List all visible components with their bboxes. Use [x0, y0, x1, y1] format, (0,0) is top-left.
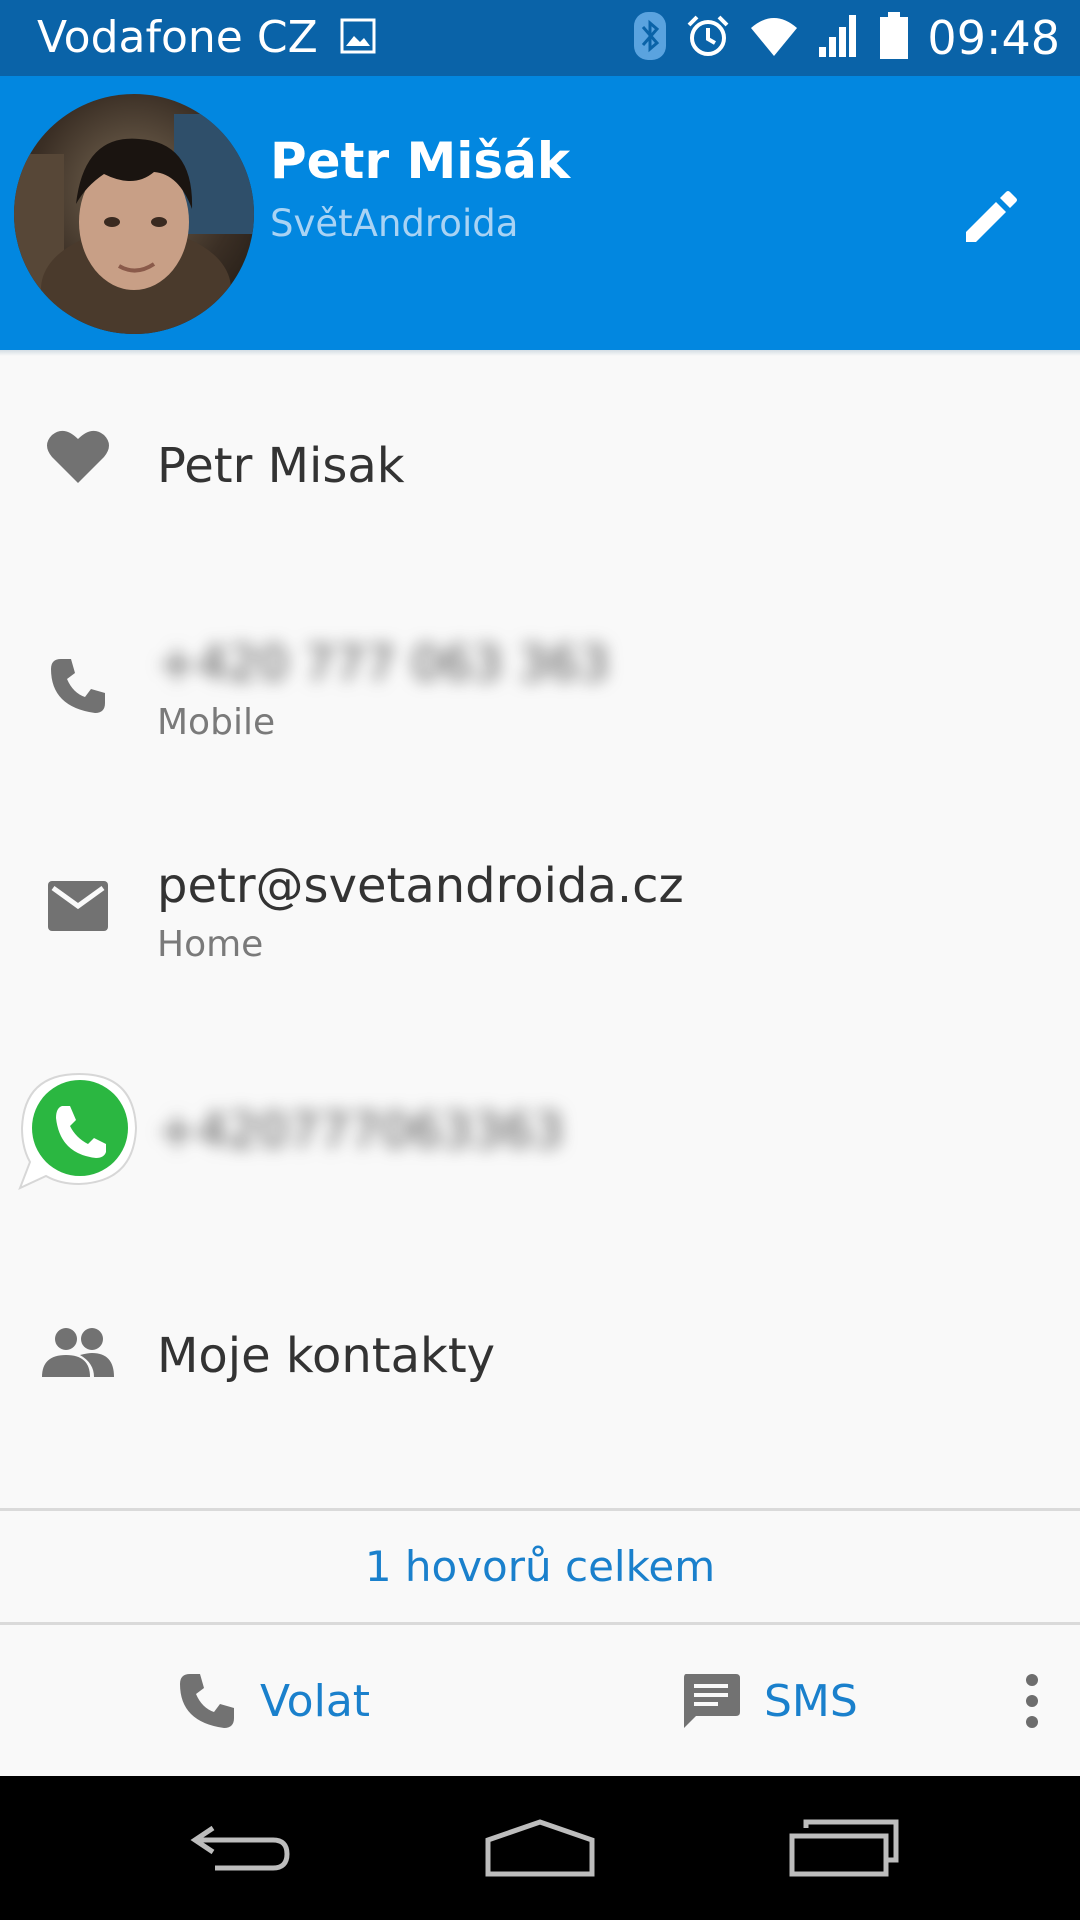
email-address: petr@svetandroida.cz [157, 858, 684, 914]
email-row[interactable]: petr@svetandroida.cz Home [0, 820, 1080, 1000]
sms-button-label: SMS [764, 1675, 858, 1727]
edit-button[interactable] [950, 178, 1030, 258]
alarm-icon [685, 13, 731, 64]
home-icon[interactable] [470, 1806, 610, 1890]
phone-row[interactable]: +420 777 063 363 Mobile [0, 598, 1080, 778]
heart-icon [40, 418, 116, 494]
header-shadow [0, 350, 1080, 356]
phone-type: Mobile [157, 702, 276, 743]
battery-icon [879, 11, 909, 65]
sms-button[interactable]: SMS [680, 1666, 858, 1736]
contact-company: SvětAndroida [270, 202, 519, 245]
pencil-icon [966, 191, 1017, 242]
signal-icon [817, 13, 861, 64]
group-name: Moje kontakty [157, 1328, 496, 1384]
whatsapp-row[interactable]: +420777063363 [0, 1045, 1080, 1225]
call-button[interactable]: Volat [176, 1666, 370, 1736]
action-bar: Volat SMS [0, 1626, 1080, 1776]
people-icon [40, 1314, 116, 1390]
divider-bottom [0, 1622, 1080, 1625]
phone-icon [180, 1674, 234, 1728]
phone-icon [40, 648, 116, 724]
back-icon[interactable] [170, 1806, 310, 1890]
group-row: Moje kontakty [0, 1268, 1080, 1448]
overflow-menu-icon[interactable] [1010, 1666, 1054, 1736]
wifi-icon [749, 14, 799, 63]
recent-apps-icon[interactable] [774, 1806, 914, 1890]
call-history-link[interactable]: 1 hovorů celkem [0, 1512, 1080, 1620]
contact-header: Petr Mišák SvětAndroida [0, 76, 1080, 350]
divider-top [0, 1508, 1080, 1511]
status-left: Vodafone CZ [37, 14, 376, 62]
status-bar: Vodafone CZ 09:48 [0, 0, 1080, 76]
status-right: 09:48 [633, 10, 1060, 66]
contact-name: Petr Mišák [270, 132, 571, 190]
nickname-text: Petr Misak [157, 438, 405, 494]
contact-photo[interactable] [14, 94, 254, 334]
email-icon [40, 868, 116, 944]
clock: 09:48 [927, 11, 1060, 65]
image-notification-icon [340, 18, 376, 59]
message-icon [684, 1674, 740, 1728]
navigation-bar [0, 1776, 1080, 1920]
call-button-label: Volat [260, 1675, 371, 1727]
email-type: Home [157, 924, 264, 965]
nickname-row: Petr Misak [0, 378, 1080, 558]
phone-number: +420 777 063 363 [157, 636, 610, 692]
bluetooth-icon [633, 11, 667, 66]
whatsapp-icon [18, 1070, 140, 1192]
carrier-name: Vodafone CZ [37, 12, 318, 63]
whatsapp-number: +420777063363 [157, 1103, 564, 1159]
